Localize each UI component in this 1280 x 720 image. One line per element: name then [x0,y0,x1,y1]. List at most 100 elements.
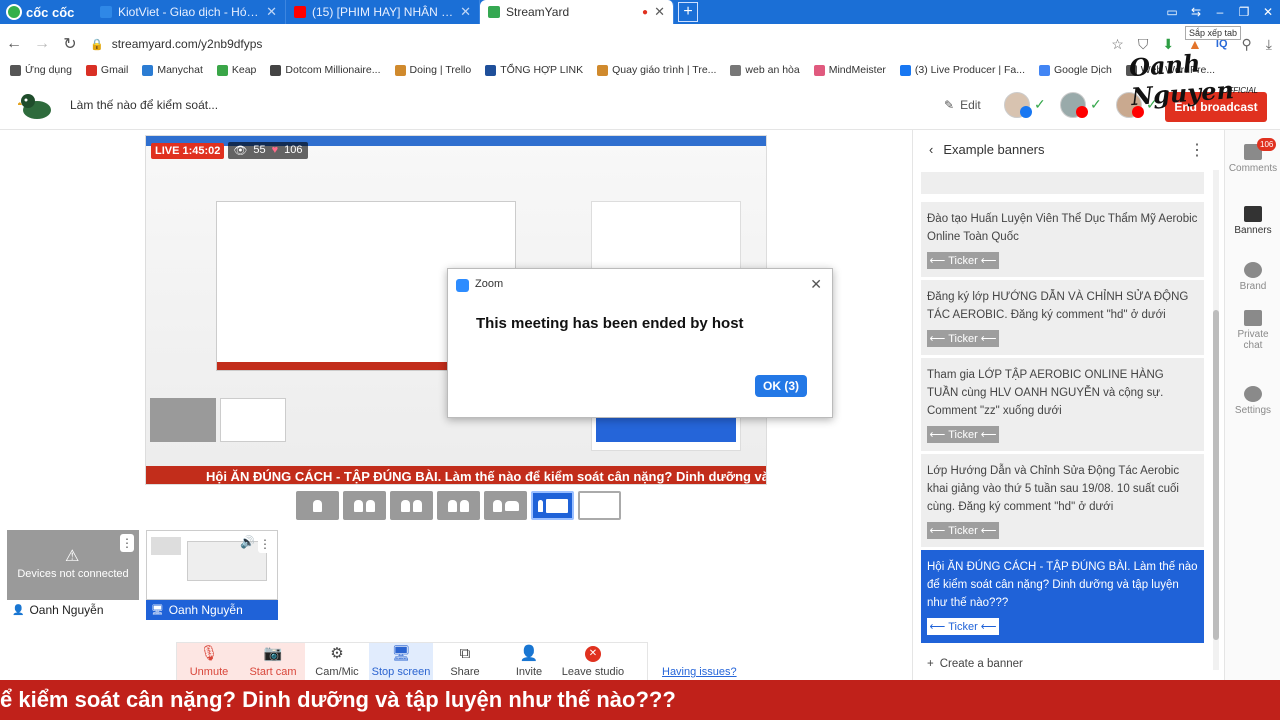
restore-icon[interactable]: ❐ [1232,0,1256,24]
share-button[interactable]: ⧉ Share [433,643,497,681]
bookmark-label: Gmail [100,64,129,76]
destination-facebook[interactable]: ✓ [1004,92,1050,120]
reaction-icon: ♥ [271,144,279,156]
back-icon[interactable]: ← [0,35,28,53]
back-chevron-icon[interactable]: ‹ [929,142,933,157]
bookmark-icon [10,64,21,76]
invite-button[interactable]: 👤 Invite [497,643,561,681]
participant-name: Oanh Nguyễn [29,603,104,617]
layout-fullscreen[interactable] [578,491,621,520]
stop-screen-button[interactable]: 🖥 Stop screen [369,643,433,681]
banner-card[interactable]: Đào tạo Huấn Luyện Viên Thể Dục Thẩm Mỹ … [921,202,1204,277]
close-tab-icon[interactable]: ✕ [266,4,277,20]
arrow-left-icon: ⟵ [980,255,997,267]
more-options-icon[interactable]: ⋮ [1189,140,1205,160]
ticker-toggle-button[interactable]: ⟵ Ticker ⟵ [927,522,999,539]
tab-youtube[interactable]: (15) [PHIM HAY] NHÂN GIAN ✕ [286,0,480,24]
kiotviet-icon [100,6,112,18]
close-icon[interactable]: ✕ [810,276,822,293]
ticker-label: Ticker [948,620,978,633]
bookmark-item[interactable]: Quay giáo trình | Tre... [597,64,716,76]
leave-studio-button[interactable]: ✕ Leave studio [561,643,625,681]
broadcast-title[interactable]: Làm thế nào để kiểm soát... [70,98,218,112]
more-options-icon[interactable]: ⋮ [120,534,134,552]
bookmark-item[interactable]: Gmail [85,64,129,76]
banner-card-selected[interactable]: Hội ĂN ĐÚNG CÁCH - TẬP ĐÚNG BÀI. Làm thế… [921,550,1204,643]
url-field[interactable]: 🔒 streamyard.com/y2nb9dfyps [90,37,990,51]
banner-card[interactable]: Đăng ký lớp HƯỚNG DẪN VÀ CHỈNH SỬA ĐỘNG … [921,280,1204,355]
control-label: Invite [515,666,543,678]
shield-icon[interactable]: ⛉ [1138,36,1149,53]
speaker-icon[interactable]: 🔊 [240,535,255,549]
ticker-toggle-button[interactable]: ⟵ Ticker ⟵ [927,252,999,269]
bookmark-item[interactable]: Google Dịch [1039,64,1112,76]
edit-button[interactable]: ✎ Edit [944,98,981,112]
close-tab-icon[interactable]: ✕ [460,4,471,20]
ticker-toggle-button[interactable]: ⟵ Ticker ⟵ [927,426,999,443]
layout-side[interactable] [484,491,527,520]
cam-mic-button[interactable]: ⚙ Cam/Mic [305,643,369,681]
layout-solo[interactable] [296,491,339,520]
gear-icon: ⚙ [330,645,344,662]
tab-title: (15) [PHIM HAY] NHÂN GIAN [312,5,454,19]
ticker-toggle-button[interactable]: ⟵ Ticker ⟵ [927,330,999,347]
minimize-icon[interactable]: – [1208,0,1232,24]
rail-item-comments[interactable]: 106 Comments [1225,138,1280,174]
bookmark-label: Doing | Trello [409,64,472,76]
bookmark-item[interactable]: Ứng dụng [10,64,72,76]
bookmark-label: (3) Live Producer | Fa... [914,64,1026,76]
close-tab-icon[interactable]: ✕ [654,4,665,20]
rail-item-brand[interactable]: Brand [1225,262,1280,292]
bookmark-icon [730,64,742,76]
tab-kiotviet[interactable]: KiotViet - Giao dịch - Hóa đơ ✕ [92,0,286,24]
bookmark-item[interactable]: (3) Live Producer | Fa... [899,64,1026,76]
rail-item-private-chat[interactable]: Private chat [1225,310,1280,351]
layout-group-2[interactable] [390,491,433,520]
streamyard-header: Làm thế nào để kiểm soát... ✎ Edit ✓ ✓ ✓ … [0,82,1280,130]
bookmark-item[interactable]: Keap [216,64,256,76]
bookmark-item[interactable]: Dotcom Millionaire... [270,64,381,76]
banner-card[interactable]: Lớp Hướng Dẫn và Chỉnh Sửa Động Tác Aero… [921,454,1204,547]
rail-item-banners[interactable]: Banners [1225,206,1280,236]
ok-button[interactable]: OK (3) [755,375,807,397]
tab-search-icon[interactable]: ▭ [1160,0,1184,24]
layout-screen-selected[interactable] [531,491,574,520]
bookmark-item[interactable]: Doing | Trello [394,64,472,76]
share-icon: ⧉ [459,645,471,662]
reload-icon[interactable]: ↻ [56,34,84,54]
bookmark-item[interactable]: Manychat [142,64,203,76]
viewer-count: 👁 55 ♥ 106 [228,142,308,159]
ticker-toggle-button[interactable]: ⟵ Ticker ⟵ [927,618,999,635]
layout-leader[interactable] [437,491,480,520]
facebook-icon [1020,106,1032,118]
bookmark-item[interactable]: MindMeister [813,64,886,76]
coccoc-brand[interactable]: cốc cốc [0,0,92,24]
banner-text: Tham gia LỚP TẬP AEROBIC ONLINE HÀNG TUẦ… [927,369,1164,417]
tab-streamyard[interactable]: StreamYard ● ✕ [480,0,674,24]
bookmark-item[interactable]: TỔNG HỢP LINK [485,64,583,76]
create-banner-button[interactable]: + Create a banner [927,658,1023,670]
rail-item-settings[interactable]: Settings [1225,386,1280,416]
destination-youtube[interactable]: ✓ [1060,92,1106,120]
forward-icon[interactable]: → [28,35,56,53]
close-window-icon[interactable]: ✕ [1256,0,1280,24]
zoom-logo-icon [456,279,469,292]
arrange-tabs-icon[interactable]: ⇆ [1184,0,1208,24]
window-controls: ▭ ⇆ – ❐ ✕ [1160,0,1280,24]
banners-icon [1244,206,1262,222]
unmute-button[interactable]: 🎙 Unmute [177,643,241,681]
start-cam-button[interactable]: 📷 Start cam [241,643,305,681]
more-options-icon[interactable]: ⋮ [258,535,272,553]
tile-screen: 🔊 ⋮ [146,530,278,600]
layout-group[interactable] [343,491,386,520]
participant-tile[interactable]: ⚠ Devices not connected ⋮ 👤 Oanh Nguyễn [7,530,139,622]
new-tab-button[interactable]: + [678,2,698,22]
bookmark-icon [216,64,228,76]
arrow-left-icon: ⟵ [980,333,997,345]
scrollbar-thumb[interactable] [1213,310,1219,640]
bookmark-item[interactable]: web an hòa [730,64,800,76]
bookmark-star-icon[interactable]: ☆ [1111,36,1124,53]
banner-card[interactable]: Tham gia LỚP TẬP AEROBIC ONLINE HÀNG TUẦ… [921,358,1204,451]
having-issues-link[interactable]: Having issues? [662,666,737,678]
screen-share-tile[interactable]: 🔊 ⋮ 🖥 Oanh Nguyễn [146,530,278,622]
